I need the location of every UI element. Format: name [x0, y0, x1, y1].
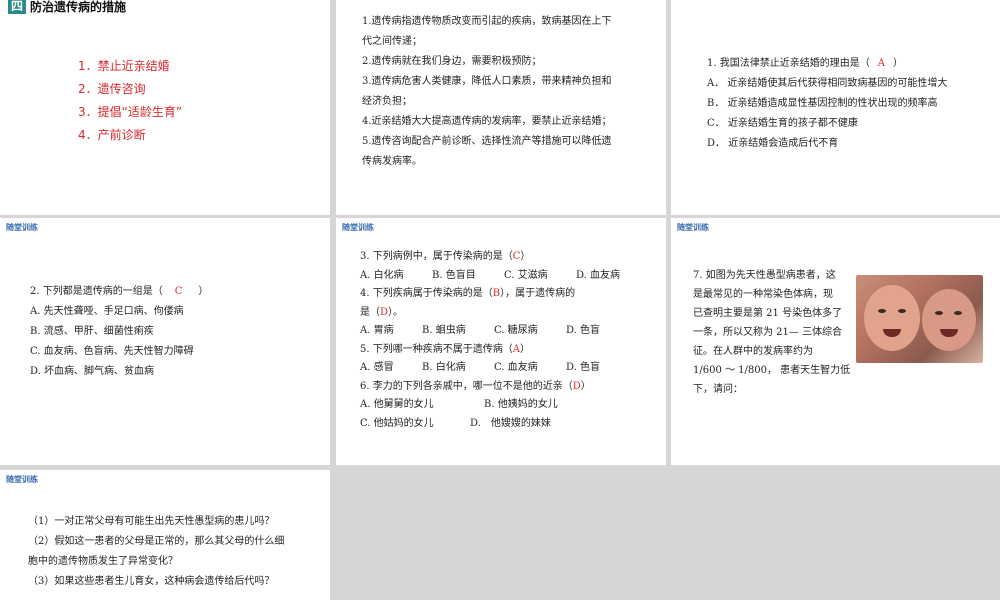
measure-item: 1．禁止近亲结婚 — [78, 59, 170, 73]
option: A． 近亲结婚使其后代获得相同致病基因的可能性增大 — [707, 78, 948, 89]
question-6-options-row1: A. 他舅舅的女儿 B. 他姨妈的女儿 — [360, 396, 620, 415]
option: C. 他姑妈的女儿 — [360, 417, 434, 429]
questions-3-6: 3. 下列病例中，属于传染病的是（C） A. 白化病 B. 色盲目 C. 艾滋病… — [360, 248, 620, 433]
option: D. 血友病 — [576, 269, 621, 281]
subquestion-line: 胞中的遗传物质发生了异常变化？ — [28, 556, 178, 567]
slide-question-2[interactable]: 随堂训练 2. 下列都是遗传病的一组是（ C） A. 先天性聋哑、手足口病、佝偻病… — [0, 218, 330, 465]
slide-question-7[interactable]: 随堂训练 7. 如图为先天性愚型病患者，这 是最常见的一种常染色体病，现 已查明… — [671, 218, 1000, 465]
option: A. 胃病 — [360, 325, 394, 336]
practice-tag: 随堂训练 — [6, 223, 38, 232]
mouth-shape — [883, 329, 901, 337]
answer-mark: C — [174, 286, 183, 297]
slide-question-1[interactable]: 1. 我国法律禁止近亲结婚的理由是（ A） A． 近亲结婚使其后代获得相同致病基因… — [671, 0, 1000, 215]
option: C. 血友病 — [494, 362, 538, 373]
option: B. 流感、甲肝、细菌性痢疾 — [30, 326, 154, 337]
measure-item: 3．提倡“适龄生育” — [78, 105, 183, 119]
practice-tag: 随堂训练 — [342, 223, 374, 232]
subquestion-line: （1）一对正常父母有可能生出先天性愚型病的患儿吗？ — [28, 516, 275, 527]
summary-line: 代之间传递； — [362, 36, 422, 47]
option: B. 蛔虫病 — [422, 325, 466, 336]
measures-list: 1．禁止近亲结婚 2．遗传咨询 3．提倡“适龄生育” 4．产前诊断 — [78, 55, 182, 147]
summary-line: 3.遗传病危害人类健康，降低人口素质，带来精神负担和 — [362, 76, 612, 87]
question-7-text: 7. 如图为先天性愚型病患者，这 是最常见的一种常染色体病，现 已查明主要是第 … — [693, 266, 858, 399]
eye-shape — [935, 311, 943, 315]
option: C. 艾滋病 — [504, 269, 548, 281]
summary-line: 经济负担； — [362, 96, 412, 107]
text-line: 已查明主要是第 21 号染色体多了 — [693, 308, 843, 319]
mouth-shape — [940, 329, 958, 337]
summary-line: 2.遗传病就在我们身边，需要积极预防； — [362, 56, 542, 67]
section-number: 四 — [8, 0, 27, 14]
question-7-subquestions: （1）一对正常父母有可能生出先天性愚型病的患儿吗？ （2）假如这一患者的父母是正… — [28, 512, 284, 592]
question-5-stem: 5. 下列哪一种疾病不属于遗传病（A） — [360, 343, 530, 355]
option: D. 色盲 — [566, 362, 601, 373]
question-4-stem: 4. 下列疾病属于传染病的是（B），属于遗传病的 — [360, 288, 576, 299]
answer-mark: D — [380, 306, 389, 318]
slide-summary[interactable]: 1.遗传病指遗传物质改变而引起的疾病，致病基因在上下 代之间传递； 2.遗传病就… — [336, 0, 666, 215]
answer-mark: D — [572, 380, 581, 392]
option: B. 白化病 — [422, 362, 466, 373]
question-6-stem: 6. 李力的下列各亲戚中，哪一位不是他的近亲（D） — [360, 380, 591, 392]
option: C． 近亲结婚生育的孩子都不健康 — [707, 118, 858, 129]
option: D． 近亲结婚会造成后代不育 — [707, 138, 839, 149]
answer-mark: B — [492, 288, 501, 299]
text-line: 一条，所以又称为 21— 三体综合 — [693, 327, 843, 338]
section-title: 防治遗传病的措施 — [30, 0, 127, 14]
option: A. 先天性聋哑、手足口病、佝偻病 — [30, 306, 184, 317]
option: C. 血友病、色盲病、先天性智力障碍 — [30, 346, 194, 357]
eye-shape — [898, 309, 906, 313]
summary-text: 1.遗传病指遗传物质改变而引起的疾病，致病基因在上下 代之间传递； 2.遗传病就… — [362, 12, 612, 172]
answer-mark: A — [877, 58, 885, 69]
slide-prevention-measures[interactable]: 四 防治遗传病的措施 1．禁止近亲结婚 2．遗传咨询 3．提倡“适龄生育” 4．… — [0, 0, 330, 215]
slide-questions-3-6[interactable]: 随堂训练 3. 下列病例中，属于传染病的是（C） A. 白化病 B. 色盲目 C… — [336, 218, 666, 465]
text-line: 7. 如图为先天性愚型病患者，这 — [693, 270, 836, 281]
face-shape — [922, 289, 976, 351]
eye-shape — [878, 309, 886, 313]
patient-photo — [856, 275, 983, 363]
practice-tag: 随堂训练 — [6, 475, 38, 484]
subquestion-line: （3）如果这些患者生儿育女，这种病会遗传给后代吗？ — [28, 576, 275, 587]
question-stem: 2. 下列都是遗传病的一组是（ C） — [30, 286, 209, 297]
option: A. 他舅舅的女儿 — [360, 399, 434, 410]
face-shape — [864, 285, 920, 351]
option: D. 坏血病、脚气病、贫血病 — [30, 366, 155, 377]
question-2: 2. 下列都是遗传病的一组是（ C） A. 先天性聋哑、手足口病、佝偻病 B. 流… — [30, 282, 208, 382]
question-6-options-row2: C. 他姑妈的女儿 D. 他嫂嫂的妹妹 — [360, 415, 620, 434]
option: D. 色盲 — [566, 325, 601, 336]
summary-line: 4.近亲结婚大大提高遗传病的发病率，要禁止近亲结婚； — [362, 116, 612, 127]
question-5-options: A. 感冒 B. 白化病 C. 血友病 D. 色盲 — [360, 359, 620, 378]
question-stem: 1. 我国法律禁止近亲结婚的理由是（ A） — [707, 58, 903, 69]
question-3-options: A. 白化病 B. 色盲目 C. 艾滋病 D. 血友病 — [360, 267, 620, 286]
text-line: 是最常见的一种常染色体病，现 — [693, 289, 833, 300]
option: C. 糖尿病 — [494, 325, 538, 336]
measure-item: 2．遗传咨询 — [78, 82, 146, 96]
summary-line: 1.遗传病指遗传物质改变而引起的疾病，致病基因在上下 — [362, 16, 612, 27]
question-3-stem: 3. 下列病例中，属于传染病的是（C） — [360, 251, 531, 262]
option: A. 感冒 — [360, 362, 394, 373]
measure-item: 4．产前诊断 — [78, 128, 146, 142]
slide-question-7-parts[interactable]: 随堂训练 （1）一对正常父母有可能生出先天性愚型病的患儿吗？ （2）假如这一患者… — [0, 470, 330, 600]
summary-line: 传病发病率。 — [362, 156, 422, 167]
option: D. 他嫂嫂的妹妹 — [470, 417, 551, 429]
section-header: 四 防治遗传病的措施 — [8, 0, 126, 15]
text-line: 征。在人群中的发病率约为 — [693, 346, 813, 357]
question-1: 1. 我国法律禁止近亲结婚的理由是（ A） A． 近亲结婚使其后代获得相同致病基因… — [707, 54, 947, 154]
option: A. 白化病 — [360, 269, 404, 281]
text-line: 1/600 ～ 1/800， 患者天生智力低 — [693, 365, 851, 376]
option: B. 色盲目 — [432, 269, 476, 281]
option: B. 他姨妈的女儿 — [484, 399, 558, 410]
eye-shape — [954, 311, 962, 315]
answer-mark: A — [512, 343, 520, 355]
practice-tag: 随堂训练 — [677, 223, 709, 232]
question-4-options: A. 胃病 B. 蛔虫病 C. 糖尿病 D. 色盲 — [360, 322, 620, 341]
summary-line: 5.遗传咨询配合产前诊断、选择性流产等措施可以降低遗 — [362, 136, 612, 147]
option: B． 近亲结婚造成显性基因控制的性状出现的频率高 — [707, 98, 938, 109]
question-4-stem-cont: 是（D）。 — [360, 306, 404, 318]
subquestion-line: （2）假如这一患者的父母是正常的，那么其父母的什么细 — [28, 536, 285, 547]
text-line: 下，请问： — [693, 384, 743, 395]
